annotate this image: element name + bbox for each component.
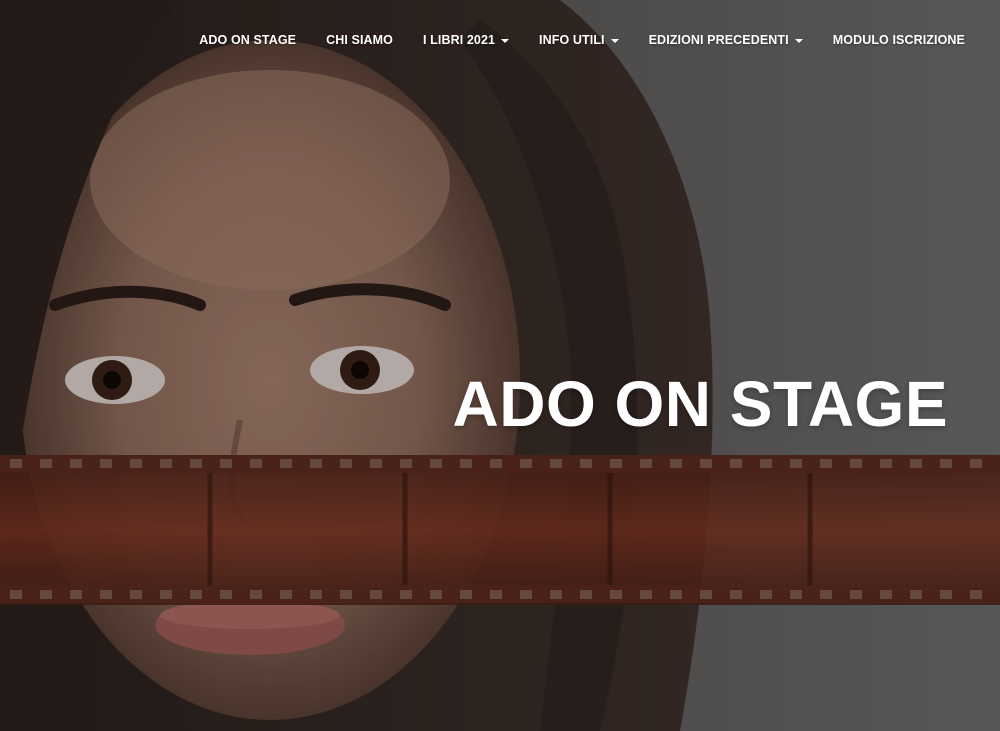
chevron-down-icon bbox=[794, 39, 803, 43]
nav-item-label: MODULO ISCRIZIONE bbox=[832, 33, 965, 47]
nav-item-ado-on-stage[interactable]: ADO ON STAGE bbox=[199, 33, 296, 47]
chevron-down-icon bbox=[610, 39, 619, 43]
nav-item-i-libri-2021[interactable]: I LIBRI 2021 bbox=[422, 33, 510, 47]
nav-item-info-utili[interactable]: INFO UTILI bbox=[539, 33, 619, 47]
main-navigation: ADO ON STAGE CHI SIAMO I LIBRI 2021 INFO… bbox=[199, 0, 965, 80]
hero-overlay bbox=[0, 0, 1000, 731]
nav-item-label: CHI SIAMO bbox=[326, 33, 393, 47]
chevron-down-icon bbox=[501, 39, 510, 43]
nav-menu: ADO ON STAGE CHI SIAMO I LIBRI 2021 INFO… bbox=[199, 33, 965, 47]
nav-item-label: I LIBRI 2021 bbox=[422, 33, 496, 47]
hero-section: ADO ON STAGE CHI SIAMO I LIBRI 2021 INFO… bbox=[0, 0, 1000, 731]
hero-title: ADO ON STAGE bbox=[452, 368, 948, 440]
nav-item-edizioni-precedenti[interactable]: EDIZIONI PRECEDENTI bbox=[649, 33, 803, 47]
nav-item-modulo-iscrizione[interactable]: MODULO ISCRIZIONE bbox=[833, 33, 965, 47]
nav-item-label: INFO UTILI bbox=[539, 33, 605, 47]
nav-item-label: EDIZIONI PRECEDENTI bbox=[648, 33, 789, 47]
nav-item-chi-siamo[interactable]: CHI SIAMO bbox=[326, 33, 393, 47]
nav-item-label: ADO ON STAGE bbox=[199, 33, 297, 47]
